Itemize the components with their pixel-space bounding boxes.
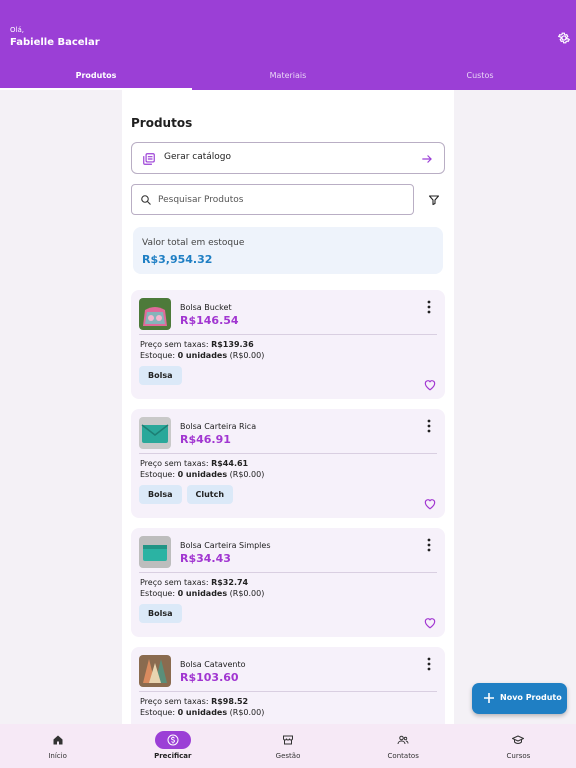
store-icon <box>283 735 293 745</box>
stock-line: Estoque: 0 unidades (R$0.00) <box>140 589 265 598</box>
plus-icon <box>484 693 494 703</box>
tag-list: Bolsa Clutch <box>139 485 234 504</box>
graduation-cap-icon <box>512 735 525 745</box>
price-no-tax-line: Preço sem taxas: R$32.74 <box>140 578 249 587</box>
user-name: Fabielle Bacelar <box>10 37 100 48</box>
product-name: Bolsa Carteira Simples <box>180 541 271 550</box>
tab-custos[interactable]: Custos <box>384 66 576 90</box>
tag-chip[interactable]: Bolsa <box>139 604 182 623</box>
more-vert-icon[interactable] <box>425 419 433 433</box>
stock-total-value: R$3,954.32 <box>142 253 213 266</box>
nav-item-cursos[interactable]: Cursos <box>461 724 576 768</box>
tab-materiais[interactable]: Materiais <box>192 66 384 90</box>
stock-total-label: Valor total em estoque <box>142 238 245 248</box>
nav-label: Cursos <box>506 752 531 760</box>
contacts-icon <box>397 735 409 745</box>
settings-gear-icon[interactable] <box>557 31 571 45</box>
product-name: Bolsa Carteira Rica <box>180 422 257 431</box>
search-box <box>131 184 414 215</box>
tag-list: Bolsa <box>139 604 182 623</box>
product-name: Bolsa Catavento <box>180 660 246 669</box>
nav-item-precificar[interactable]: Precificar <box>115 724 230 768</box>
greeting-label: Olá, <box>10 26 24 34</box>
stock-line: Estoque: 0 unidades (R$0.00) <box>140 470 265 479</box>
product-thumbnail <box>139 298 171 330</box>
product-price: R$146.54 <box>180 314 239 327</box>
products-panel: Produtos Gerar catálogo Valor total em e… <box>122 90 454 724</box>
card-divider <box>139 334 437 335</box>
nav-item-inicio[interactable]: Início <box>0 724 115 768</box>
arrow-right-icon <box>422 155 432 163</box>
tag-chip[interactable]: Bolsa <box>139 366 182 385</box>
price-no-tax-line: Preço sem taxas: R$98.52 <box>140 697 249 706</box>
product-card[interactable]: Bolsa Carteira Rica R$46.91 Preço sem ta… <box>131 409 445 518</box>
product-price: R$34.43 <box>180 552 231 565</box>
card-divider <box>139 453 437 454</box>
nav-item-gestao[interactable]: Gestão <box>230 724 345 768</box>
stock-line: Estoque: 0 unidades (R$0.00) <box>140 708 265 717</box>
stock-total-box: Valor total em estoque R$3,954.32 <box>133 227 443 274</box>
filter-icon[interactable] <box>428 194 440 206</box>
card-divider <box>139 572 437 573</box>
product-name: Bolsa Bucket <box>180 303 232 312</box>
generate-catalog-label: Gerar catálogo <box>164 152 232 162</box>
product-thumbnail <box>139 655 171 687</box>
favorite-heart-icon[interactable] <box>423 616 437 629</box>
generate-catalog-button[interactable]: Gerar catálogo <box>131 142 445 174</box>
page-title: Produtos <box>131 116 193 130</box>
product-price: R$46.91 <box>180 433 231 446</box>
new-product-label: Novo Produto <box>500 693 562 702</box>
tag-chip[interactable]: Bolsa <box>139 485 182 504</box>
nav-item-contatos[interactable]: Contatos <box>346 724 461 768</box>
more-vert-icon[interactable] <box>425 538 433 552</box>
search-input[interactable] <box>158 189 408 211</box>
catalog-icon <box>143 153 155 165</box>
tag-chip[interactable]: Clutch <box>186 485 234 504</box>
product-thumbnail <box>139 417 171 449</box>
product-price: R$103.60 <box>180 671 239 684</box>
nav-label: Contatos <box>387 752 419 760</box>
favorite-heart-icon[interactable] <box>423 378 437 391</box>
search-icon <box>141 195 151 205</box>
price-no-tax-line: Preço sem taxas: R$44.61 <box>140 459 249 468</box>
top-tabs: Produtos Materiais Custos <box>0 66 576 90</box>
nav-label: Gestão <box>275 752 301 760</box>
nav-label: Precificar <box>154 752 192 760</box>
stock-line: Estoque: 0 unidades (R$0.00) <box>140 351 265 360</box>
tab-produtos[interactable]: Produtos <box>0 66 192 90</box>
home-icon <box>53 735 63 745</box>
more-vert-icon[interactable] <box>425 300 433 314</box>
nav-label: Início <box>48 752 67 760</box>
price-no-tax-line: Preço sem taxas: R$139.36 <box>140 340 254 349</box>
product-card[interactable]: Bolsa Carteira Simples R$34.43 Preço sem… <box>131 528 445 637</box>
bottom-navigation: Início Precificar Gestão Contatos Cursos <box>0 724 576 768</box>
product-thumbnail <box>139 536 171 568</box>
more-vert-icon[interactable] <box>425 657 433 671</box>
product-card[interactable]: Bolsa Catavento R$103.60 Preço sem taxas… <box>131 647 445 724</box>
app-header: Olá, Fabielle Bacelar Produtos Materiais… <box>0 0 576 90</box>
new-product-button[interactable]: Novo Produto <box>472 683 567 714</box>
tag-list: Bolsa <box>139 366 182 385</box>
dollar-circle-icon <box>167 734 179 746</box>
product-card[interactable]: Bolsa Bucket R$146.54 Preço sem taxas: R… <box>131 290 445 399</box>
favorite-heart-icon[interactable] <box>423 497 437 510</box>
card-divider <box>139 691 437 692</box>
